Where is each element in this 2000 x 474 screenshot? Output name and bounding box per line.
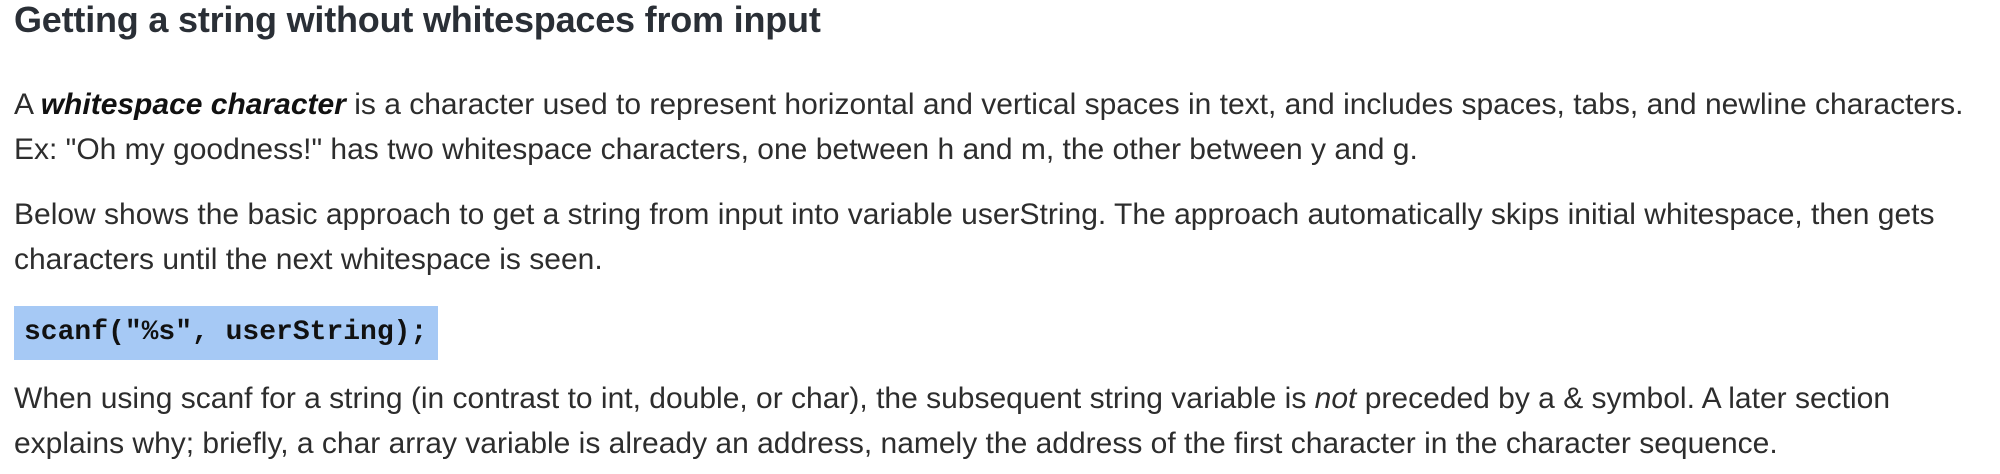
not-emphasis: not bbox=[1314, 382, 1357, 415]
section-heading: Getting a string without whitespaces fro… bbox=[14, 0, 821, 40]
scanf-explanation-paragraph: When using scanf for a string (in contra… bbox=[14, 376, 1986, 466]
code-snippet: scanf("%s", userString); bbox=[14, 306, 439, 360]
whitespace-definition-paragraph: A whitespace character is a character us… bbox=[14, 82, 1986, 172]
content-section: Getting a string without whitespaces fro… bbox=[0, 0, 2000, 466]
basic-approach-paragraph: Below shows the basic approach to get a … bbox=[14, 198, 1935, 276]
explanation-text-before: When using scanf for a string (in contra… bbox=[14, 382, 1315, 415]
whitespace-character-term: whitespace character bbox=[40, 88, 346, 121]
definition-text-before: A bbox=[14, 88, 41, 121]
